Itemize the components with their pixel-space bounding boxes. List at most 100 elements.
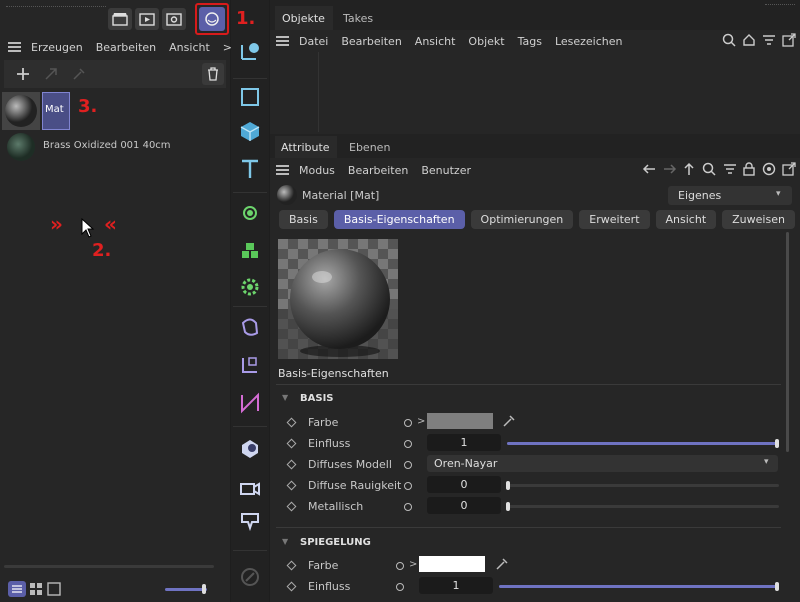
- menu-erzeugen[interactable]: Erzeugen: [31, 41, 83, 54]
- color-swatch[interactable]: [427, 413, 493, 429]
- tab-erweitert[interactable]: Erweitert: [579, 210, 650, 229]
- collapse-basis-icon[interactable]: ▼: [282, 393, 288, 402]
- keyframe-icon[interactable]: [286, 438, 297, 449]
- menu-modus[interactable]: Modus: [299, 164, 335, 177]
- tab-ebenen[interactable]: Ebenen: [349, 141, 390, 154]
- eyedropper-icon[interactable]: [495, 557, 509, 571]
- menu-bearbeiten[interactable]: Bearbeiten: [348, 164, 408, 177]
- diffuses-modell-select[interactable]: Oren-Nayar ▾: [427, 455, 778, 472]
- expand-chevron-icon[interactable]: >: [409, 559, 417, 570]
- cube-icon[interactable]: [235, 116, 265, 146]
- thumbnail-size-knob[interactable]: [202, 584, 206, 594]
- einfluss-input[interactable]: 1: [427, 434, 501, 451]
- cloner-icon[interactable]: [235, 236, 265, 266]
- effector-icon[interactable]: [235, 272, 265, 302]
- spiegelung-einfluss-slider[interactable]: [499, 585, 779, 588]
- hamburger-icon[interactable]: [276, 165, 289, 175]
- expand-chevron-icon[interactable]: >: [417, 416, 425, 427]
- tab-basis[interactable]: Basis: [279, 210, 328, 229]
- material-thumb-brass[interactable]: [2, 132, 40, 162]
- search-icon[interactable]: [722, 33, 736, 47]
- add-icon[interactable]: [12, 64, 34, 84]
- list-view-icon[interactable]: [8, 581, 26, 597]
- back-arrow-icon[interactable]: [642, 163, 656, 175]
- keyframe-icon[interactable]: [286, 581, 297, 592]
- sculpt-icon[interactable]: [235, 562, 265, 592]
- material-thumb-mat[interactable]: [2, 92, 40, 130]
- object-list[interactable]: [270, 52, 800, 132]
- anim-dot-icon[interactable]: [404, 460, 412, 469]
- menu-objekt[interactable]: Objekt: [468, 35, 504, 48]
- menu-ansicht[interactable]: Ansicht: [415, 35, 456, 48]
- spiegelung-einfluss-input[interactable]: 1: [419, 577, 493, 594]
- rauigkeit-slider[interactable]: [507, 484, 779, 487]
- drag-handle[interactable]: [6, 6, 106, 9]
- render-play-icon[interactable]: [135, 8, 159, 30]
- keyframe-icon[interactable]: [286, 480, 297, 491]
- rectangle-tool-icon[interactable]: [235, 82, 265, 112]
- camera-icon[interactable]: [235, 472, 265, 502]
- spline-tool-icon[interactable]: [235, 198, 265, 228]
- anim-dot-icon[interactable]: [404, 418, 412, 427]
- metallisch-slider-knob[interactable]: [506, 502, 510, 511]
- tab-ansicht[interactable]: Ansicht: [655, 210, 717, 229]
- tab-takes[interactable]: Takes: [343, 12, 373, 25]
- anim-dot-icon[interactable]: [404, 439, 412, 448]
- keyframe-icon[interactable]: [286, 501, 297, 512]
- environment-icon[interactable]: [235, 434, 265, 464]
- einfluss-slider-knob[interactable]: [775, 439, 779, 448]
- trash-icon[interactable]: [202, 63, 224, 85]
- new-window-icon[interactable]: [782, 33, 796, 47]
- hamburger-icon[interactable]: [8, 42, 21, 52]
- anim-dot-icon[interactable]: [396, 561, 404, 570]
- render-settings-icon[interactable]: [162, 8, 186, 30]
- spiegelung-einfluss-knob[interactable]: [775, 582, 779, 591]
- material-icon-highlight[interactable]: [195, 3, 229, 35]
- drag-handle[interactable]: [765, 4, 795, 7]
- menu-benutzer[interactable]: Benutzer: [421, 164, 471, 177]
- horizontal-scrollbar[interactable]: [4, 565, 214, 568]
- tab-optimierungen[interactable]: Optimierungen: [470, 210, 574, 229]
- color-swatch[interactable]: [419, 556, 485, 572]
- filter-icon[interactable]: [723, 163, 737, 175]
- move-tool-icon[interactable]: [235, 36, 265, 66]
- large-view-icon[interactable]: [47, 582, 61, 596]
- grid-view-icon[interactable]: [29, 582, 43, 596]
- clapper-icon[interactable]: [108, 8, 132, 30]
- anim-dot-icon[interactable]: [404, 481, 412, 490]
- apply-arrow-icon[interactable]: [40, 64, 62, 84]
- search-icon[interactable]: [702, 162, 716, 176]
- null-object-icon[interactable]: [235, 350, 265, 380]
- eyedropper-icon[interactable]: [68, 64, 90, 84]
- new-window-icon[interactable]: [782, 162, 796, 176]
- eyedropper-icon[interactable]: [502, 414, 516, 428]
- metallisch-slider[interactable]: [507, 505, 779, 508]
- menu-bearbeiten[interactable]: Bearbeiten: [96, 41, 156, 54]
- forward-arrow-icon[interactable]: [663, 163, 677, 175]
- render-tag-icon[interactable]: [235, 506, 265, 536]
- rauigkeit-slider-knob[interactable]: [506, 481, 510, 490]
- collapse-spiegelung-icon[interactable]: ▼: [282, 537, 288, 546]
- keyframe-icon[interactable]: [286, 560, 297, 571]
- menu-bearbeiten[interactable]: Bearbeiten: [341, 35, 401, 48]
- field-icon[interactable]: [235, 388, 265, 418]
- keyframe-icon[interactable]: [286, 417, 297, 428]
- menu-ansicht[interactable]: Ansicht: [169, 41, 210, 54]
- deformer-icon[interactable]: [235, 312, 265, 342]
- metallisch-input[interactable]: 0: [427, 497, 501, 514]
- anim-dot-icon[interactable]: [404, 502, 412, 511]
- filter-icon[interactable]: [762, 34, 776, 46]
- anim-dot-icon[interactable]: [396, 582, 404, 591]
- menu-tags[interactable]: Tags: [518, 35, 542, 48]
- menu-lesezeichen[interactable]: Lesezeichen: [555, 35, 623, 48]
- hamburger-icon[interactable]: [276, 36, 289, 46]
- up-arrow-icon[interactable]: [683, 162, 695, 176]
- tab-objekte[interactable]: Objekte: [275, 6, 333, 30]
- home-icon[interactable]: [742, 33, 756, 47]
- material-name-mat[interactable]: Mat: [42, 92, 70, 130]
- thumbnail-size-slider[interactable]: [165, 588, 207, 591]
- target-icon[interactable]: [762, 162, 776, 176]
- vertical-scrollbar[interactable]: [786, 232, 789, 452]
- tab-basis-eigenschaften[interactable]: Basis-Eigenschaften: [333, 210, 465, 229]
- tab-zuweisen[interactable]: Zuweisen: [722, 210, 795, 229]
